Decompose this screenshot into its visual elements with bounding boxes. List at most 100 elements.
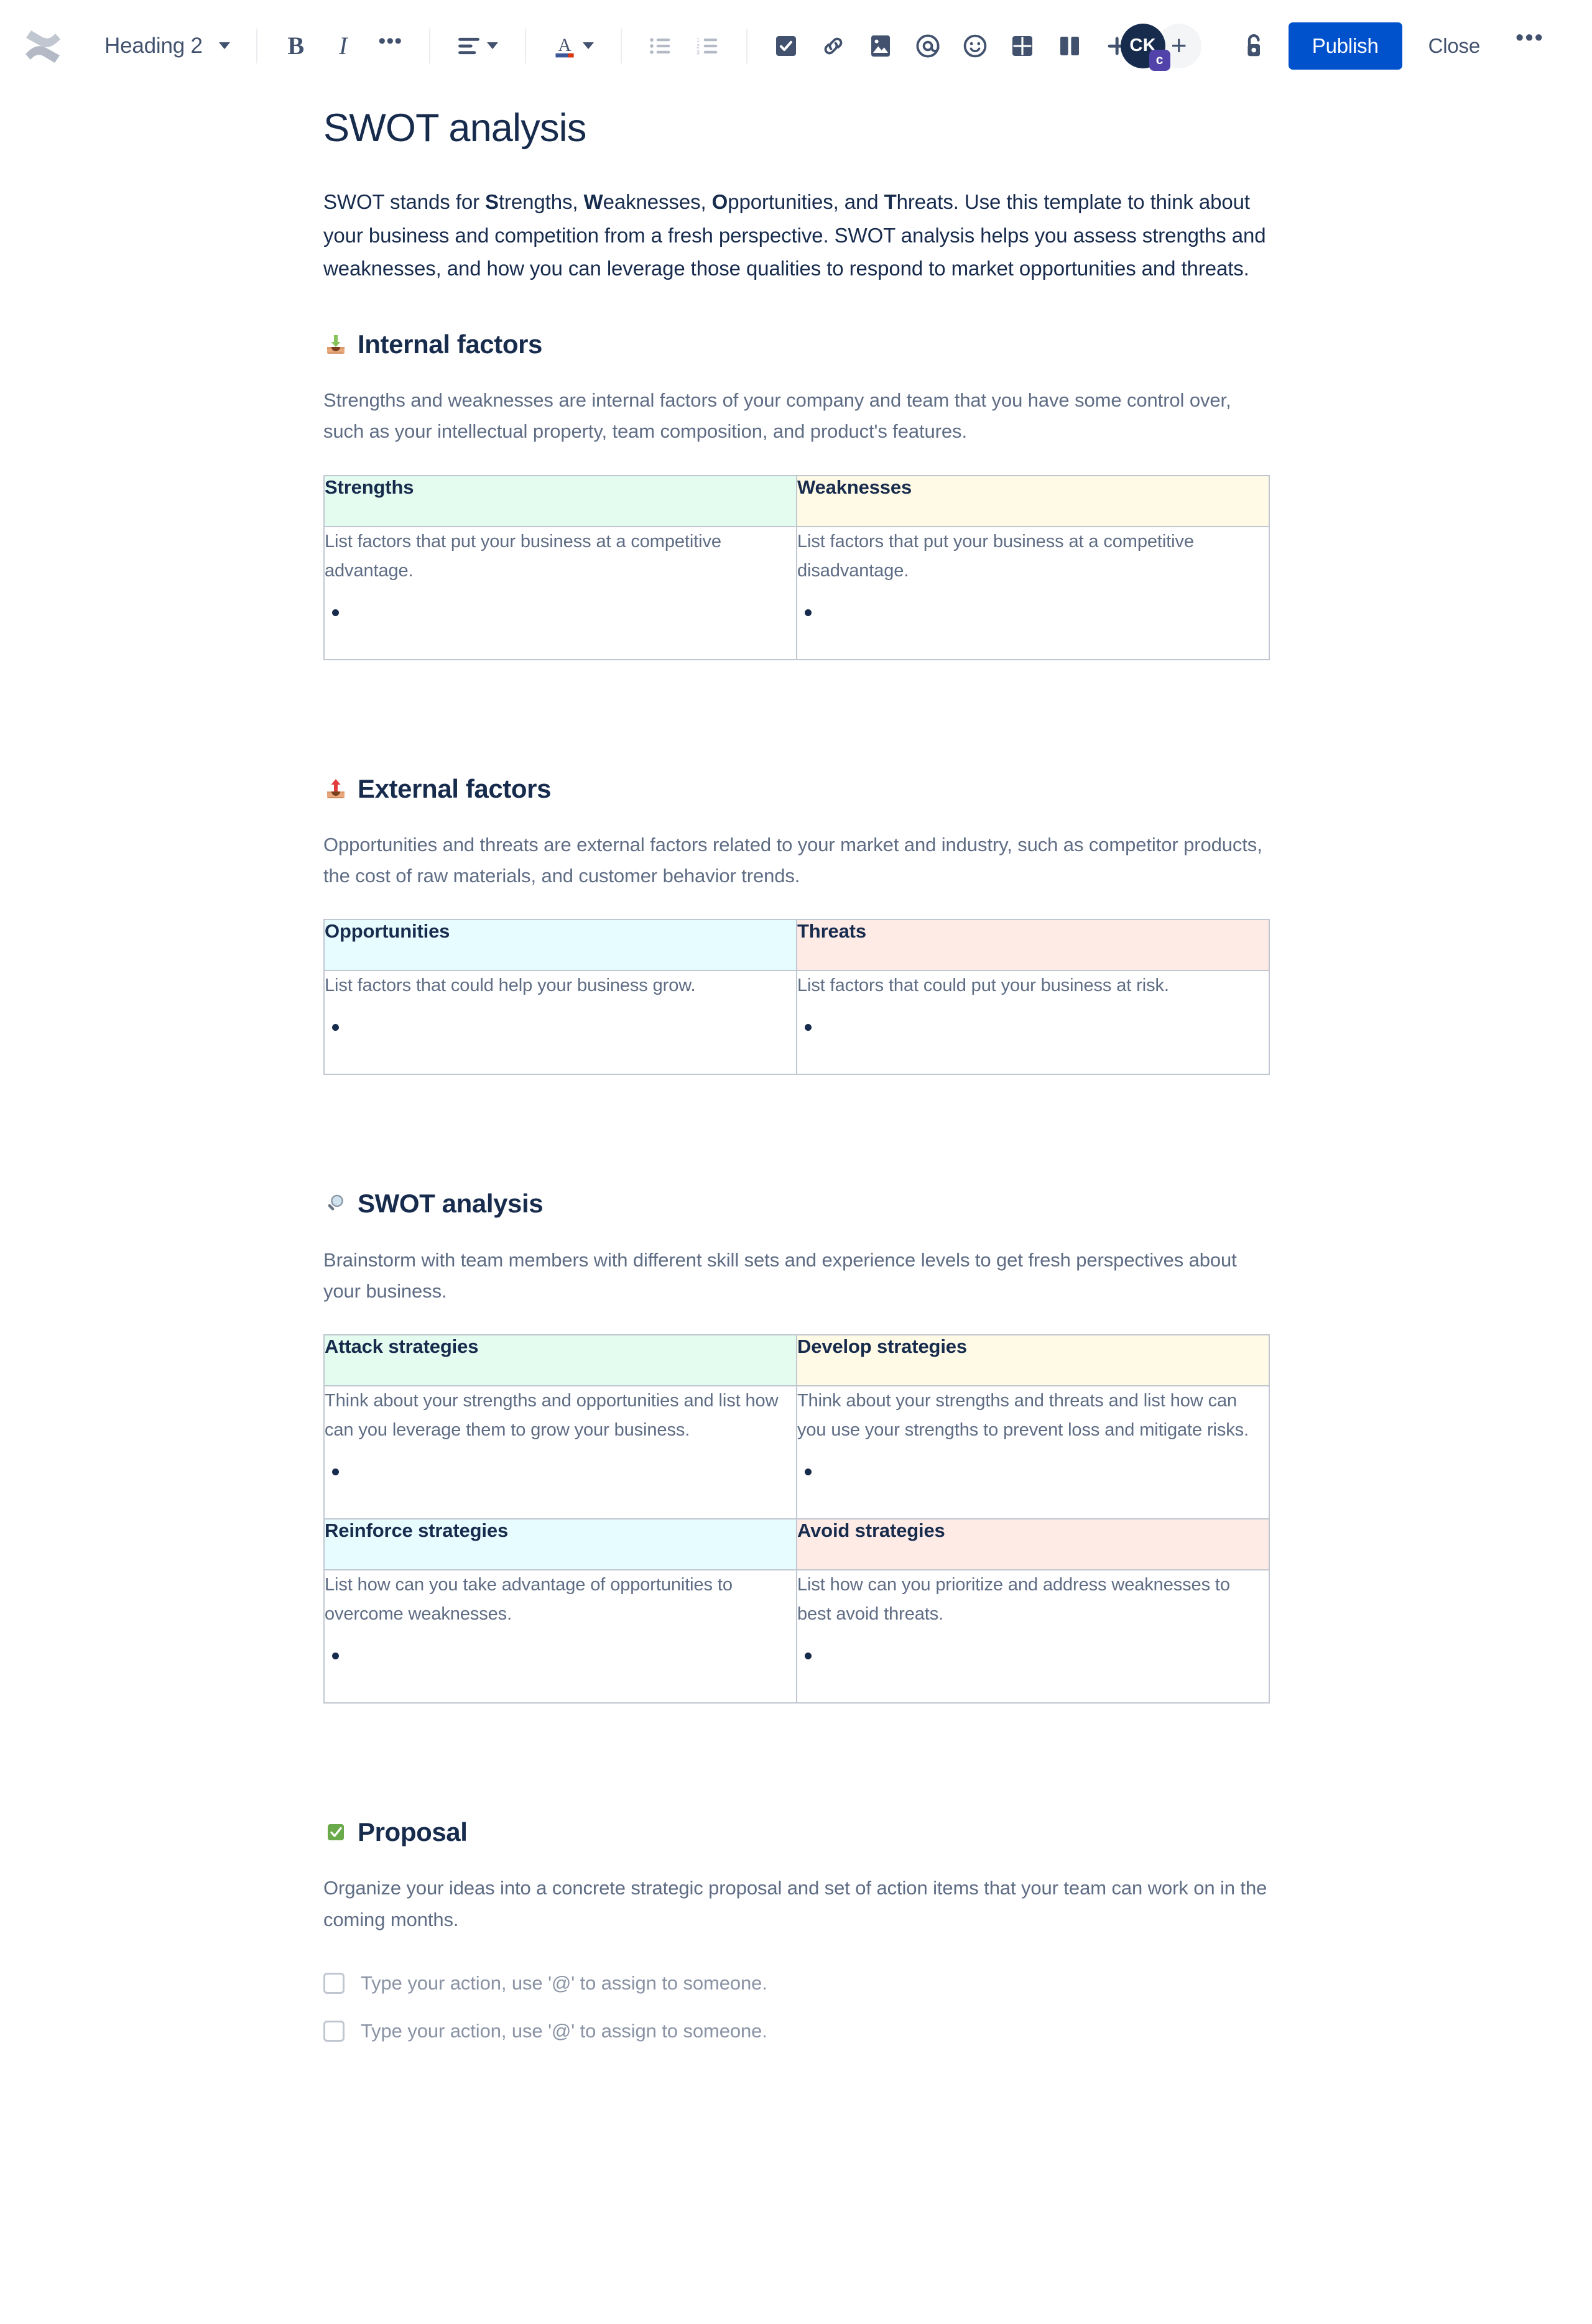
more-actions-button[interactable]: ••• (1506, 22, 1553, 70)
section-heading-proposal[interactable]: Proposal (323, 1817, 1269, 1848)
italic-button[interactable]: I (320, 22, 367, 70)
more-formatting-button[interactable]: ••• (367, 22, 414, 70)
section-description[interactable]: Brainstorm with team members with differ… (323, 1245, 1269, 1307)
cell-bullet-list[interactable] (325, 1457, 796, 1488)
cell-bullet-list[interactable] (325, 598, 796, 629)
table-header-cell-avoid-strategies[interactable]: Avoid strategies (796, 1518, 1270, 1571)
action-checkbox[interactable] (323, 1972, 345, 1994)
bullet-list-button[interactable] (637, 22, 684, 70)
image-button[interactable] (857, 22, 904, 70)
mention-at-icon (916, 34, 940, 58)
page-title[interactable]: SWOT analysis (323, 106, 1269, 150)
section-description[interactable]: Opportunities and threats are external f… (323, 829, 1269, 892)
cell-description: List factors that put your business at a… (325, 531, 721, 581)
image-picture-icon (871, 35, 890, 57)
list-item[interactable] (805, 598, 1269, 629)
section-description[interactable]: Organize your ideas into a concrete stra… (323, 1873, 1269, 1935)
text-color-a-icon: A (555, 35, 574, 57)
table-cell-avoid-strategies[interactable]: List how can you prioritize and address … (796, 1569, 1270, 1704)
task-list-button[interactable] (762, 22, 810, 70)
italic-label: I (339, 31, 348, 60)
bold-button[interactable]: B (272, 22, 320, 70)
cell-description: List factors that could put your busines… (797, 975, 1169, 996)
action-item-row[interactable]: Type your action, use '@' to assign to s… (323, 1963, 1269, 2004)
cell-bullet-list[interactable] (797, 1013, 1269, 1044)
section-description[interactable]: Strengths and weaknesses are internal fa… (323, 385, 1269, 447)
page-layout-columns-icon (1060, 36, 1079, 55)
toolbar-divider (620, 28, 622, 63)
section-heading-swot-analysis[interactable]: SWOT analysis (323, 1188, 1269, 1219)
close-button[interactable]: Close (1410, 22, 1499, 70)
emoji-button[interactable] (951, 22, 999, 70)
cell-description: Think about your strengths and opportuni… (325, 1391, 779, 1441)
text-style-select[interactable]: Heading 2 (91, 22, 241, 70)
text-align-button[interactable] (445, 22, 510, 70)
list-item[interactable] (332, 1457, 796, 1488)
toolbar-divider (524, 28, 526, 63)
avatar[interactable]: CK c (1120, 23, 1170, 71)
table-header-cell-reinforce-strategies[interactable]: Reinforce strategies (323, 1518, 797, 1571)
cell-spacer (325, 1672, 796, 1702)
table-header-cell-weaknesses[interactable]: Weaknesses (796, 474, 1270, 527)
table-cell-strengths[interactable]: List factors that put your business at a… (323, 525, 797, 660)
cell-bullet-list[interactable] (325, 1641, 796, 1672)
confluence-logo-icon[interactable] (24, 27, 62, 65)
collaborators-group: CK c + (1120, 23, 1201, 71)
action-checkbox[interactable] (323, 2021, 345, 2042)
table-header-row: Opportunities Threats (323, 919, 1270, 972)
column-header-label: Reinforce strategies (325, 1519, 509, 1542)
document-body: SWOT analysis SWOT stands for Strengths,… (323, 92, 1270, 2183)
column-header-label: Weaknesses (797, 476, 912, 498)
cell-spacer (325, 629, 796, 659)
intro-bold-o: O (711, 190, 728, 214)
mention-button[interactable] (904, 22, 951, 70)
cell-description: List how can you take advantage of oppor… (325, 1575, 733, 1625)
link-button[interactable] (810, 22, 857, 70)
layout-button[interactable] (1046, 22, 1093, 70)
cell-bullet-list[interactable] (797, 1457, 1269, 1488)
list-item[interactable] (805, 1457, 1269, 1488)
list-item[interactable] (805, 1641, 1269, 1672)
restrictions-button[interactable] (1230, 22, 1277, 70)
column-header-label: Opportunities (325, 920, 450, 943)
table-cell-attack-strategies[interactable]: Think about your strengths and opportuni… (323, 1385, 797, 1520)
table-cell-reinforce-strategies[interactable]: List how can you take advantage of oppor… (323, 1569, 797, 1704)
table-header-cell-develop-strategies[interactable]: Develop strategies (796, 1334, 1270, 1387)
column-header-label: Develop strategies (797, 1335, 967, 1358)
toolbar-left-group: Heading 2 B I ••• A 1 2 3 (24, 22, 1146, 70)
section-heading-external-factors[interactable]: External factors (323, 773, 1269, 805)
numbered-list-button[interactable]: 1 2 3 (684, 22, 731, 70)
cell-description: Think about your strengths and threats a… (797, 1391, 1249, 1441)
intro-paragraph[interactable]: SWOT stands for Strengths, Weaknesses, O… (323, 185, 1269, 285)
list-item[interactable] (805, 1013, 1269, 1044)
ellipsis-icon: ••• (1516, 25, 1544, 51)
external-factors-table[interactable]: Opportunities Threats List factors that … (323, 919, 1270, 1076)
table-cell-weaknesses[interactable]: List factors that put your business at a… (796, 525, 1270, 660)
cell-bullet-list[interactable] (325, 1013, 796, 1044)
swot-strategies-table[interactable]: Attack strategies Develop strategies Thi… (323, 1334, 1270, 1704)
table-header-cell-threats[interactable]: Threats (796, 919, 1270, 972)
cell-bullet-list[interactable] (797, 1641, 1269, 1672)
chevron-down-icon (218, 42, 230, 49)
table-header-cell-opportunities[interactable]: Opportunities (323, 919, 797, 972)
text-align-left-icon (458, 37, 479, 54)
list-item[interactable] (332, 598, 796, 629)
table-row: List how can you take advantage of oppor… (323, 1569, 1270, 1704)
table-header-cell-strengths[interactable]: Strengths (323, 474, 797, 527)
list-item[interactable] (332, 1013, 796, 1044)
table-button[interactable] (999, 22, 1046, 70)
action-item-row[interactable]: Type your action, use '@' to assign to s… (323, 2011, 1269, 2052)
table-cell-threats[interactable]: List factors that could put your busines… (796, 970, 1270, 1076)
list-item[interactable] (332, 1641, 796, 1672)
intro-bold-t: T (884, 190, 897, 214)
text-color-button[interactable]: A (541, 22, 606, 70)
table-header-cell-attack-strategies[interactable]: Attack strategies (323, 1334, 797, 1387)
internal-factors-table[interactable]: Strengths Weaknesses List factors that p… (323, 474, 1270, 660)
section-heading-internal-factors[interactable]: Internal factors (323, 329, 1269, 360)
action-placeholder-text: Type your action, use '@' to assign to s… (361, 2020, 767, 2042)
table-cell-opportunities[interactable]: List factors that could help your busine… (323, 970, 797, 1076)
cell-spacer (797, 1044, 1269, 1074)
table-cell-develop-strategies[interactable]: Think about your strengths and threats a… (796, 1385, 1270, 1520)
cell-bullet-list[interactable] (797, 598, 1269, 629)
publish-button[interactable]: Publish (1288, 22, 1402, 70)
